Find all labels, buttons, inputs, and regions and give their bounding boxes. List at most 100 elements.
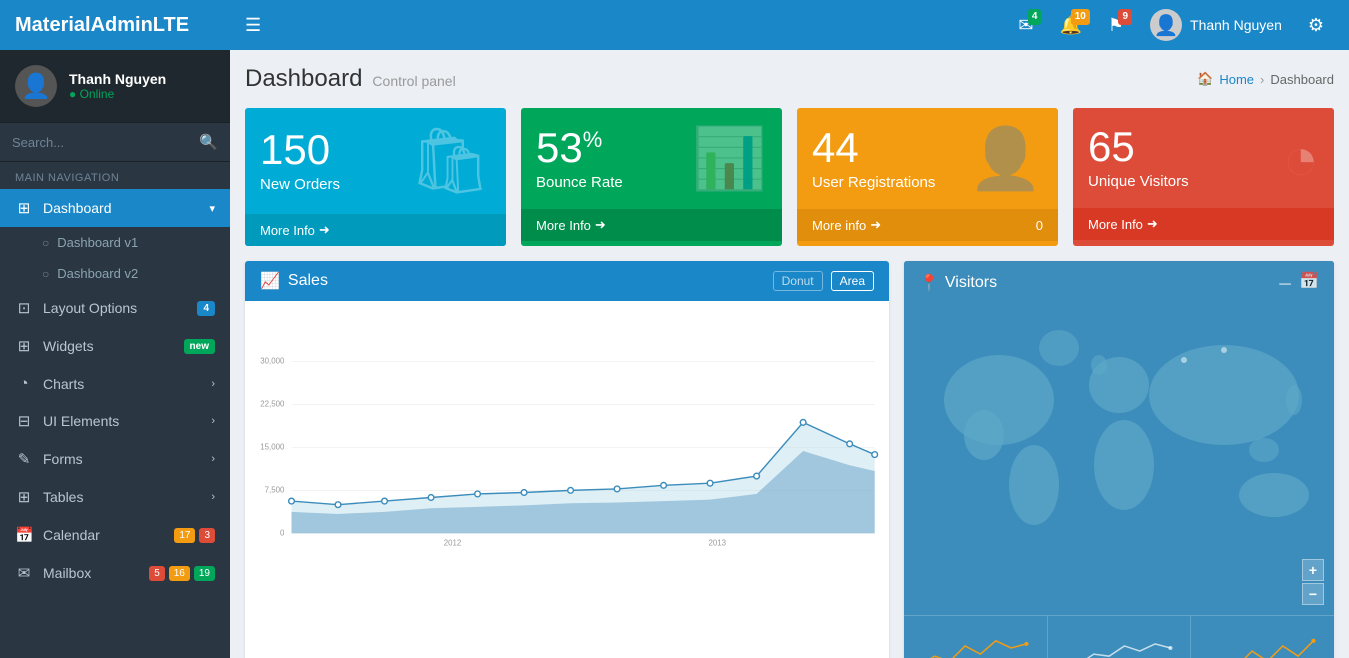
nav-section-title: MAIN NAVIGATION bbox=[0, 162, 230, 189]
sidebar-item-layout-options[interactable]: ⊡ Layout Options 4 bbox=[0, 289, 230, 327]
registrations-number: 44 bbox=[812, 127, 935, 169]
pie-chart-icon: ◔ bbox=[1283, 124, 1319, 193]
visitors-mini-charts bbox=[904, 615, 1334, 658]
nav-icons: ✉ 4 🔔 10 ⚑ 9 👤 Thanh Nguyen ⚙ bbox=[1008, 9, 1334, 42]
chevron-right-icon: › bbox=[211, 491, 215, 503]
map-zoom-out[interactable]: − bbox=[1302, 583, 1324, 605]
sales-chart-body: 30,000 22,500 15,000 7,500 0 2012 201 bbox=[245, 301, 889, 594]
user-name: Thanh Nguyen bbox=[1190, 17, 1282, 33]
chevron-right-icon: › bbox=[211, 378, 215, 390]
sidebar-item-label: Widgets bbox=[43, 338, 184, 354]
sales-chart-header: 📈 Sales Donut Area bbox=[245, 261, 889, 301]
svg-text:15,000: 15,000 bbox=[260, 443, 285, 452]
mailbox-badge-1: 5 bbox=[149, 566, 165, 581]
sidebar-item-mailbox[interactable]: ✉ Mailbox 5 16 19 bbox=[0, 554, 230, 592]
arrow-right-icon: ➜ bbox=[595, 217, 606, 233]
search-icon[interactable]: 🔍 bbox=[199, 133, 218, 151]
sidebar-item-forms[interactable]: ✎ Forms › bbox=[0, 440, 230, 478]
sidebar-item-tables[interactable]: ⊞ Tables › bbox=[0, 478, 230, 516]
gear-icon[interactable]: ⚙ bbox=[1298, 9, 1334, 42]
area-button[interactable]: Area bbox=[831, 271, 874, 291]
sidebar-sub-label: Dashboard v2 bbox=[57, 266, 138, 281]
sidebar-item-widgets[interactable]: ⊞ Widgets new bbox=[0, 327, 230, 365]
bar-chart-icon: 📊 bbox=[692, 123, 767, 194]
shopping-bag-icon: 🛍 bbox=[408, 123, 491, 199]
bounce-label: Bounce Rate bbox=[536, 174, 623, 191]
email-badge: 4 bbox=[1028, 9, 1042, 25]
mailbox-badge-3: 19 bbox=[194, 566, 215, 581]
visitors-header: 📍 Visitors － 📅 bbox=[904, 261, 1334, 305]
mini-chart-2 bbox=[1048, 616, 1192, 658]
visitors-number: 65 bbox=[1088, 126, 1189, 168]
orders-number: 150 bbox=[260, 129, 340, 171]
sidebar-item-label: Dashboard bbox=[43, 200, 209, 216]
sales-chart-title: Sales bbox=[288, 272, 328, 290]
visitors-more-info[interactable]: More Info ➜ bbox=[1073, 208, 1334, 240]
sales-chart-svg: 30,000 22,500 15,000 7,500 0 2012 201 bbox=[245, 311, 889, 591]
search-input[interactable] bbox=[12, 135, 191, 150]
flag-badge: 9 bbox=[1118, 9, 1132, 25]
logo-light: Material bbox=[15, 14, 91, 36]
sidebar-item-dashboard-v2[interactable]: ○ Dashboard v2 bbox=[0, 258, 230, 289]
mini-chart-1 bbox=[904, 616, 1048, 658]
map-zoom-in[interactable]: + bbox=[1302, 559, 1324, 581]
chevron-down-icon: ▾ bbox=[209, 202, 215, 215]
bell-nav-button[interactable]: 🔔 10 bbox=[1049, 9, 1091, 42]
donut-button[interactable]: Donut bbox=[773, 271, 823, 291]
sidebar-sub-label: Dashboard v1 bbox=[57, 235, 138, 250]
arrow-right-icon: ➜ bbox=[1147, 216, 1158, 232]
layout-icon: ⊡ bbox=[15, 299, 33, 317]
minus-icon[interactable]: － bbox=[1277, 271, 1293, 295]
widgets-badge: new bbox=[184, 339, 215, 354]
layout-badge: 4 bbox=[197, 301, 215, 316]
charts-icon: ◔ bbox=[15, 375, 33, 392]
sidebar-item-label: Forms bbox=[43, 451, 211, 467]
orders-more-info[interactable]: More Info ➜ bbox=[245, 214, 506, 246]
breadcrumb-home-link[interactable]: Home bbox=[1219, 72, 1254, 87]
breadcrumb: 🏠 Home › Dashboard bbox=[1197, 71, 1334, 87]
page-subtitle: Control panel bbox=[372, 73, 455, 89]
email-nav-button[interactable]: ✉ 4 bbox=[1008, 9, 1043, 42]
tables-icon: ⊞ bbox=[15, 488, 33, 506]
sidebar-item-dashboard[interactable]: ⊞ Dashboard ▾ bbox=[0, 189, 230, 227]
breadcrumb-current: Dashboard bbox=[1270, 72, 1334, 87]
bounce-more-info[interactable]: More Info ➜ bbox=[521, 209, 782, 241]
calendar-badge-2: 3 bbox=[199, 528, 215, 543]
registrations-more-info[interactable]: More info ➜ 0 bbox=[797, 209, 1058, 241]
user-info[interactable]: 👤 Thanh Nguyen bbox=[1140, 9, 1292, 41]
visitors-card: 📍 Visitors － 📅 bbox=[904, 261, 1334, 658]
sidebar-item-label: Calendar bbox=[43, 527, 174, 543]
sidebar-item-ui-elements[interactable]: ⊟ UI Elements › bbox=[0, 402, 230, 440]
hamburger-button[interactable]: ☰ bbox=[245, 15, 261, 36]
mini-chart-svg-1 bbox=[914, 624, 1037, 658]
stat-box-registrations: 44 User Registrations 👤 More info ➜ 0 bbox=[797, 108, 1058, 246]
user-plus-icon: 👤 bbox=[968, 123, 1043, 194]
dashboard-icon: ⊞ bbox=[15, 199, 33, 217]
flag-nav-button[interactable]: ⚑ 9 bbox=[1098, 9, 1134, 42]
calendar-badge-1: 17 bbox=[174, 528, 195, 543]
sidebar-item-calendar[interactable]: 📅 Calendar 17 3 bbox=[0, 516, 230, 554]
sidebar-user-status: Online bbox=[69, 87, 166, 101]
sidebar-item-label: UI Elements bbox=[43, 413, 211, 429]
visitors-title: Visitors bbox=[945, 274, 997, 292]
widgets-icon: ⊞ bbox=[15, 337, 33, 355]
chart-icon: 📈 bbox=[260, 271, 280, 291]
search-container: 🔍 bbox=[0, 123, 230, 162]
stat-boxes: 150 New Orders 🛍 More Info ➜ 53% Bounce … bbox=[245, 108, 1334, 246]
mailbox-badge-2: 16 bbox=[169, 566, 190, 581]
calendar-icon[interactable]: 📅 bbox=[1299, 271, 1319, 295]
orders-label: New Orders bbox=[260, 176, 340, 193]
top-navigation: MaterialAdminLTE ☰ ✉ 4 🔔 10 ⚑ 9 👤 Thanh … bbox=[0, 0, 1349, 50]
svg-text:30,000: 30,000 bbox=[260, 357, 285, 366]
forms-icon: ✎ bbox=[15, 450, 33, 468]
home-icon: 🏠 bbox=[1197, 71, 1213, 87]
svg-text:2012: 2012 bbox=[444, 538, 461, 547]
chevron-right-icon: › bbox=[211, 453, 215, 465]
sidebar: 👤 Thanh Nguyen Online 🔍 MAIN NAVIGATION … bbox=[0, 50, 230, 658]
sidebar-item-charts[interactable]: ◔ Charts › bbox=[0, 365, 230, 402]
visitors-body: + − bbox=[904, 305, 1334, 615]
sidebar-item-dashboard-v1[interactable]: ○ Dashboard v1 bbox=[0, 227, 230, 258]
calendar-icon: 📅 bbox=[15, 526, 33, 544]
stat-box-visitors: 65 Unique Visitors ◔ More Info ➜ bbox=[1073, 108, 1334, 246]
mini-chart-svg-3 bbox=[1201, 624, 1324, 658]
